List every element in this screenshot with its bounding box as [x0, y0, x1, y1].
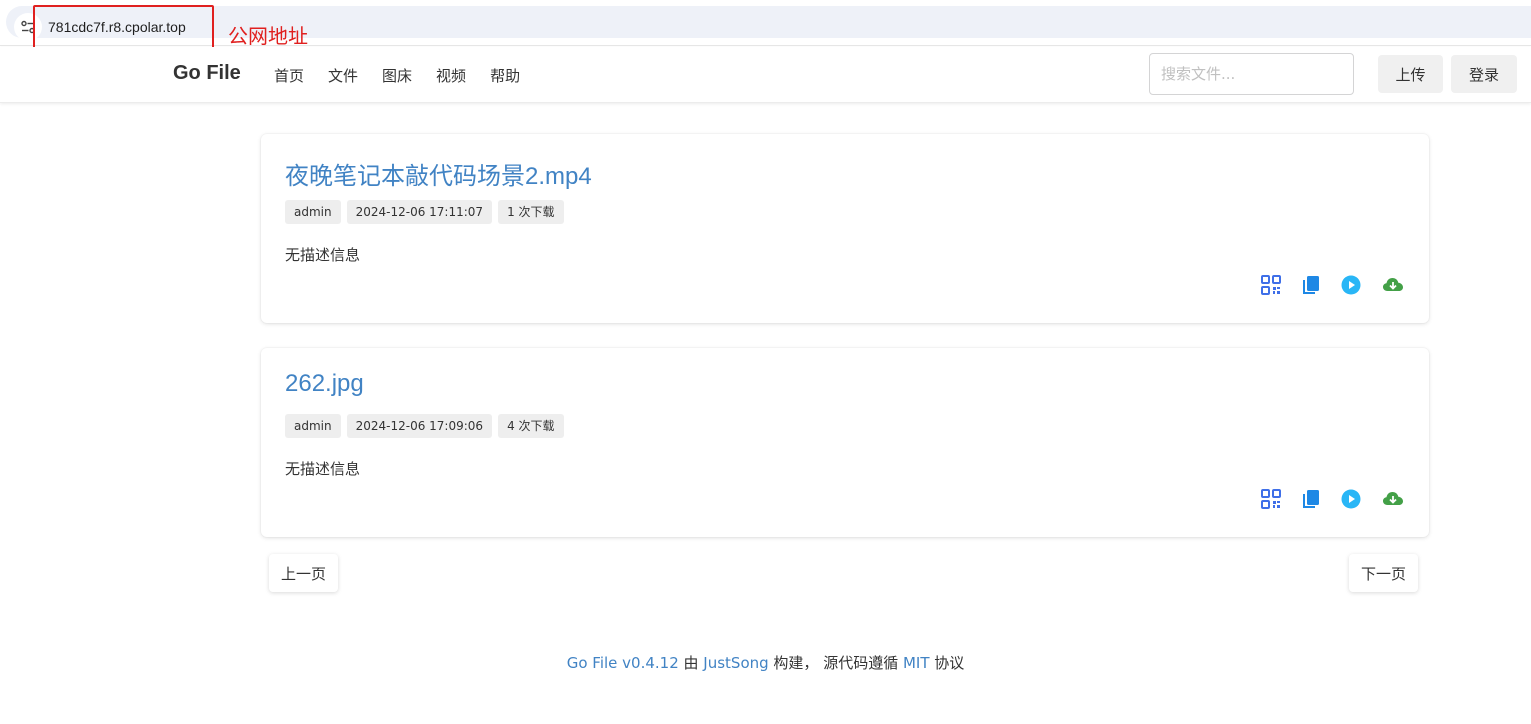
file-title-link[interactable]: 262.jpg [285, 370, 364, 398]
play-icon[interactable] [1341, 489, 1361, 509]
qrcode-icon[interactable] [1261, 275, 1281, 295]
upload-time-tag: 2024-12-06 17:11:07 [346, 200, 493, 224]
copy-icon[interactable] [1301, 275, 1321, 295]
login-button[interactable]: 登录 [1451, 55, 1517, 93]
cloud-download-icon[interactable] [1381, 489, 1405, 509]
upload-time-tag: 2024-12-06 17:09:06 [346, 414, 493, 438]
footer-author-link[interactable]: JustSong [703, 654, 768, 672]
nav-help[interactable]: 帮助 [490, 65, 520, 86]
file-actions [1261, 489, 1405, 509]
app-header: Go File 首页 文件 图床 视频 帮助 上传 登录 [0, 47, 1531, 103]
main-nav: 首页 文件 图床 视频 帮助 [274, 65, 520, 86]
footer-text-tail: 协议 [929, 654, 965, 672]
uploader-tag: admin [285, 414, 341, 438]
annotation-box [33, 5, 214, 51]
brand-logo[interactable]: Go File [173, 62, 241, 85]
download-count-tag: 1 次下载 [498, 200, 564, 224]
file-meta: admin 2024-12-06 17:11:07 1 次下载 [285, 200, 564, 224]
file-actions [1261, 275, 1405, 295]
footer-text-by: 由 [678, 654, 704, 672]
search-input[interactable] [1149, 53, 1354, 95]
file-card: 262.jpg admin 2024-12-06 17:09:06 4 次下载 … [261, 348, 1429, 537]
qrcode-icon[interactable] [1261, 489, 1281, 509]
uploader-tag: admin [285, 200, 341, 224]
nav-files[interactable]: 文件 [328, 65, 358, 86]
next-page-button[interactable]: 下一页 [1349, 554, 1419, 592]
nav-home[interactable]: 首页 [274, 65, 304, 86]
cloud-download-icon[interactable] [1381, 275, 1405, 295]
nav-video[interactable]: 视频 [436, 65, 466, 86]
prev-page-button[interactable]: 上一页 [269, 554, 339, 592]
copy-icon[interactable] [1301, 489, 1321, 509]
footer-text-built: 构建， 源代码遵循 [768, 654, 903, 672]
play-icon[interactable] [1341, 275, 1361, 295]
file-card: 夜晚笔记本敲代码场景2.mp4 admin 2024-12-06 17:11:0… [261, 134, 1429, 323]
footer-license-link[interactable]: MIT [903, 654, 930, 672]
footer-app-link[interactable]: Go File v0.4.12 [567, 654, 679, 672]
annotation-label: 公网地址 [228, 24, 308, 48]
download-count-tag: 4 次下载 [498, 414, 564, 438]
browser-address-bar: 781cdc7f.r8.cpolar.top 公网地址 [0, 0, 1531, 51]
file-description: 无描述信息 [285, 246, 361, 264]
footer: Go File v0.4.12 由 JustSong 构建， 源代码遵循 MIT… [0, 652, 1531, 673]
upload-button[interactable]: 上传 [1378, 55, 1443, 93]
file-title-link[interactable]: 夜晚笔记本敲代码场景2.mp4 [285, 156, 592, 191]
file-description: 无描述信息 [285, 460, 361, 478]
nav-image-host[interactable]: 图床 [382, 65, 412, 86]
file-meta: admin 2024-12-06 17:09:06 4 次下载 [285, 414, 564, 438]
